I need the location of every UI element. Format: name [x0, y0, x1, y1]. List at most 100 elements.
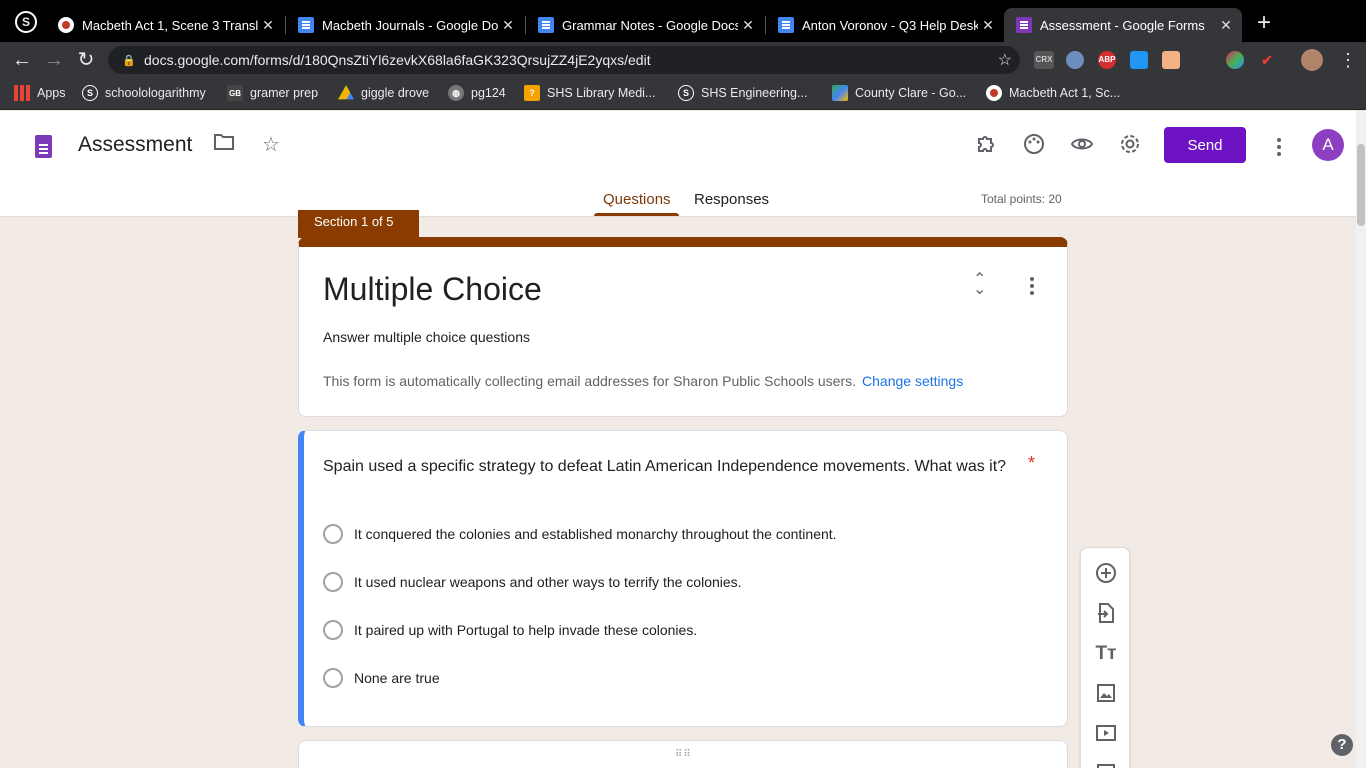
bookmark-label: pg124: [471, 86, 506, 100]
section-title[interactable]: Multiple Choice: [323, 271, 542, 308]
bookmark-label: gramer prep: [250, 86, 319, 100]
bookmark-county-clare[interactable]: County Clare - Go...: [832, 85, 966, 101]
schoology-icon: S: [678, 85, 694, 101]
tab-grammar-notes[interactable]: Grammar Notes - Google Docs ✕: [526, 8, 764, 42]
answer-option[interactable]: It used nuclear weapons and other ways t…: [323, 572, 742, 592]
gb-icon: GB: [227, 85, 243, 101]
form-title[interactable]: Assessment: [78, 133, 192, 157]
adblock-extension-icon[interactable]: ABP: [1098, 51, 1116, 69]
more-options-icon[interactable]: [1277, 138, 1281, 159]
reload-icon[interactable]: ↻: [74, 48, 98, 72]
add-section-icon[interactable]: [1094, 762, 1118, 768]
preview-eye-icon[interactable]: [1070, 133, 1094, 157]
radio-button[interactable]: [323, 668, 343, 688]
tab-macbeth-journals[interactable]: Macbeth Journals - Google Do ✕: [286, 8, 524, 42]
chrome-menu-icon[interactable]: ⋮: [1336, 48, 1360, 72]
red-circle-icon: [58, 17, 74, 33]
tab-macbeth-translation[interactable]: Macbeth Act 1, Scene 3 Transla ✕: [46, 8, 284, 42]
add-video-icon[interactable]: [1094, 722, 1118, 746]
back-arrow-icon[interactable]: ←: [10, 48, 34, 72]
bookmark-label: County Clare - Go...: [855, 86, 967, 100]
red-circle-icon: [986, 85, 1002, 101]
folder-icon[interactable]: [212, 133, 236, 157]
close-icon[interactable]: ✕: [978, 17, 998, 34]
next-question-card[interactable]: ⠿⠿: [298, 740, 1068, 768]
answer-option[interactable]: None are true: [323, 668, 440, 688]
settings-gear-icon[interactable]: [1118, 133, 1142, 157]
add-title-icon[interactable]: Tт: [1094, 642, 1118, 666]
close-icon[interactable]: ✕: [738, 17, 758, 34]
globe-icon: ◍: [448, 85, 464, 101]
tab-questions[interactable]: Questions: [603, 191, 671, 208]
change-settings-link[interactable]: Change settings: [862, 373, 963, 389]
radio-button[interactable]: [323, 524, 343, 544]
question-card[interactable]: Spain used a specific strategy to defeat…: [298, 430, 1068, 727]
add-image-icon[interactable]: [1094, 682, 1118, 706]
schoology-icon: S: [82, 85, 98, 101]
add-question-icon[interactable]: [1094, 562, 1118, 586]
radio-button[interactable]: [323, 620, 343, 640]
color-extension-icon[interactable]: [1226, 51, 1244, 69]
tab-help-desk[interactable]: Anton Voronov - Q3 Help Desk ✕: [766, 8, 1004, 42]
palette-icon[interactable]: [1022, 133, 1046, 157]
collapse-section-icon[interactable]: ⌃ ⌄: [973, 272, 986, 298]
owl-extension-icon[interactable]: [1066, 51, 1084, 69]
email-collection-note: This form is automatically collecting em…: [323, 373, 963, 389]
section-header-card[interactable]: Multiple Choice ⌃ ⌄ Answer multiple choic…: [298, 237, 1068, 417]
bookmark-label: giggle drove: [361, 86, 430, 100]
bookmark-apps[interactable]: Apps: [14, 85, 66, 101]
import-questions-icon[interactable]: [1094, 602, 1118, 626]
send-button[interactable]: Send: [1164, 127, 1246, 163]
answer-option[interactable]: It paired up with Portugal to help invad…: [323, 620, 697, 640]
section-label: Section 1 of 5: [298, 210, 419, 238]
answer-option[interactable]: It conquered the colonies and establishe…: [323, 524, 837, 544]
close-icon[interactable]: ✕: [258, 17, 278, 34]
google-forms-logo-icon[interactable]: [35, 135, 52, 158]
section-more-icon[interactable]: [1030, 277, 1034, 298]
scrollbar-thumb[interactable]: [1357, 144, 1365, 226]
bookmark-label: schoolologarithmy: [105, 86, 206, 100]
tab-assessment[interactable]: Assessment - Google Forms ✕: [1004, 8, 1242, 42]
chrome-profile-icon[interactable]: S: [15, 11, 37, 33]
bookmark-shs-engineering[interactable]: S SHS Engineering...: [678, 85, 807, 101]
bookmark-label: Macbeth Act 1, Sc...: [1009, 86, 1121, 100]
bookmark-giggle-drove[interactable]: giggle drove: [338, 85, 429, 101]
bookmark-schoolologarithmy[interactable]: S schoolologarithmy: [82, 85, 206, 101]
addons-puzzle-icon[interactable]: [974, 133, 998, 157]
star-icon[interactable]: ☆: [259, 133, 283, 157]
profile-avatar-icon[interactable]: [1301, 49, 1323, 71]
forward-arrow-icon[interactable]: →: [42, 48, 66, 72]
bookmark-gramer-prep[interactable]: GB gramer prep: [227, 85, 318, 101]
option-label: It conquered the colonies and establishe…: [354, 526, 837, 542]
close-icon[interactable]: ✕: [1216, 17, 1236, 34]
new-tab-button[interactable]: +: [1252, 11, 1276, 35]
checkmark-extension-icon[interactable]: [1130, 51, 1148, 69]
bookmark-star-icon[interactable]: ☆: [998, 50, 1012, 70]
radio-button[interactable]: [323, 572, 343, 592]
bookmark-pg124[interactable]: ◍ pg124: [448, 85, 506, 101]
active-tab-indicator: [594, 213, 679, 216]
avatar[interactable]: A: [1312, 129, 1344, 161]
bookmark-label: SHS Engineering...: [701, 86, 808, 100]
email-note-text: This form is automatically collecting em…: [323, 373, 857, 389]
close-icon[interactable]: ✕: [498, 17, 518, 34]
forms-header: Assessment ☆ Send A Questions Responses …: [0, 111, 1356, 217]
question-text[interactable]: Spain used a specific strategy to defeat…: [323, 455, 1013, 479]
bookmark-macbeth[interactable]: Macbeth Act 1, Sc...: [986, 85, 1120, 101]
tab-title: Macbeth Act 1, Scene 3 Transla: [82, 17, 258, 33]
help-icon[interactable]: ?: [1331, 734, 1353, 756]
briefcase-extension-icon[interactable]: [1162, 51, 1180, 69]
library-icon: ?: [524, 85, 540, 101]
crx-extension-icon[interactable]: CRX: [1034, 51, 1054, 69]
option-label: It paired up with Portugal to help invad…: [354, 622, 698, 638]
drag-handle-icon[interactable]: ⠿⠿: [675, 749, 692, 760]
puzzle-extension-icon[interactable]: [1194, 51, 1212, 69]
bookmarks-bar: Apps S schoolologarithmy GB gramer prep …: [0, 78, 1366, 110]
tab-responses[interactable]: Responses: [694, 191, 769, 208]
section-description[interactable]: Answer multiple choice questions: [323, 329, 530, 345]
address-bar[interactable]: 🔒 docs.google.com/forms/d/180QnsZtiYl6ze…: [108, 46, 1020, 74]
swoosh-extension-icon[interactable]: ✔: [1258, 51, 1276, 69]
bookmark-shs-library[interactable]: ? SHS Library Medi...: [524, 85, 655, 101]
floating-toolbar: Tт: [1080, 547, 1130, 768]
address-url: docs.google.com/forms/d/180QnsZtiYl6zevk…: [144, 52, 651, 68]
